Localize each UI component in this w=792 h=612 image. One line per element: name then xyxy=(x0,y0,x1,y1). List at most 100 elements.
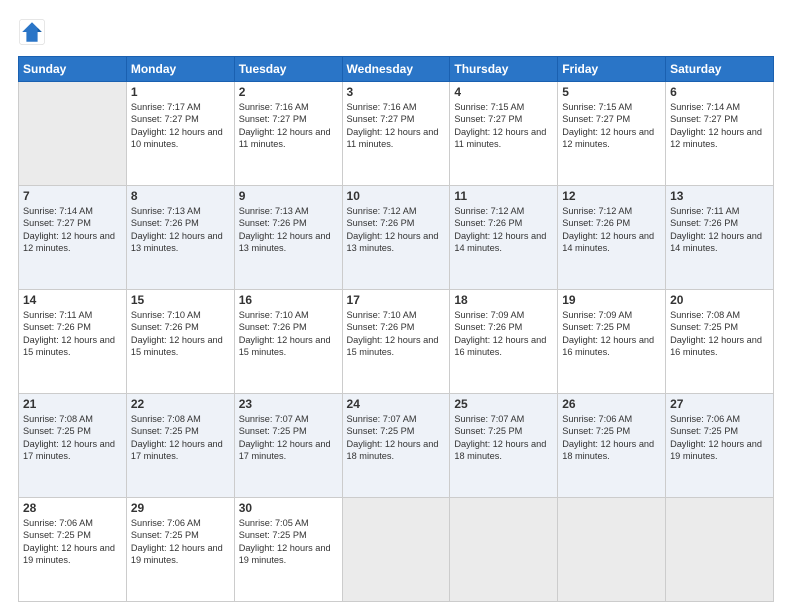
calendar-cell xyxy=(450,498,558,602)
logo xyxy=(18,18,50,46)
weekday-header-row: SundayMondayTuesdayWednesdayThursdayFrid… xyxy=(19,57,774,82)
calendar-cell: 27 Sunrise: 7:06 AMSunset: 7:25 PMDayligh… xyxy=(666,394,774,498)
cell-text: Sunrise: 7:07 AMSunset: 7:25 PMDaylight:… xyxy=(347,413,446,463)
calendar-table: SundayMondayTuesdayWednesdayThursdayFrid… xyxy=(18,56,774,602)
cell-text: Sunrise: 7:16 AMSunset: 7:27 PMDaylight:… xyxy=(347,101,446,151)
day-number: 22 xyxy=(131,397,230,411)
week-row-4: 21 Sunrise: 7:08 AMSunset: 7:25 PMDayligh… xyxy=(19,394,774,498)
cell-text: Sunrise: 7:06 AMSunset: 7:25 PMDaylight:… xyxy=(23,517,122,567)
calendar-cell: 23 Sunrise: 7:07 AMSunset: 7:25 PMDayligh… xyxy=(234,394,342,498)
day-number: 20 xyxy=(670,293,769,307)
calendar-cell: 29 Sunrise: 7:06 AMSunset: 7:25 PMDayligh… xyxy=(126,498,234,602)
cell-text: Sunrise: 7:11 AMSunset: 7:26 PMDaylight:… xyxy=(23,309,122,359)
cell-text: Sunrise: 7:07 AMSunset: 7:25 PMDaylight:… xyxy=(239,413,338,463)
cell-text: Sunrise: 7:12 AMSunset: 7:26 PMDaylight:… xyxy=(562,205,661,255)
day-number: 9 xyxy=(239,189,338,203)
calendar-cell: 25 Sunrise: 7:07 AMSunset: 7:25 PMDayligh… xyxy=(450,394,558,498)
cell-text: Sunrise: 7:15 AMSunset: 7:27 PMDaylight:… xyxy=(562,101,661,151)
day-number: 21 xyxy=(23,397,122,411)
cell-text: Sunrise: 7:06 AMSunset: 7:25 PMDaylight:… xyxy=(670,413,769,463)
cell-text: Sunrise: 7:10 AMSunset: 7:26 PMDaylight:… xyxy=(347,309,446,359)
calendar-cell: 26 Sunrise: 7:06 AMSunset: 7:25 PMDayligh… xyxy=(558,394,666,498)
calendar-cell: 6 Sunrise: 7:14 AMSunset: 7:27 PMDaylight… xyxy=(666,82,774,186)
week-row-2: 7 Sunrise: 7:14 AMSunset: 7:27 PMDaylight… xyxy=(19,186,774,290)
week-row-5: 28 Sunrise: 7:06 AMSunset: 7:25 PMDayligh… xyxy=(19,498,774,602)
day-number: 11 xyxy=(454,189,553,203)
day-number: 16 xyxy=(239,293,338,307)
weekday-tuesday: Tuesday xyxy=(234,57,342,82)
day-number: 7 xyxy=(23,189,122,203)
calendar-cell: 22 Sunrise: 7:08 AMSunset: 7:25 PMDayligh… xyxy=(126,394,234,498)
weekday-monday: Monday xyxy=(126,57,234,82)
week-row-3: 14 Sunrise: 7:11 AMSunset: 7:26 PMDayligh… xyxy=(19,290,774,394)
day-number: 28 xyxy=(23,501,122,515)
weekday-friday: Friday xyxy=(558,57,666,82)
day-number: 25 xyxy=(454,397,553,411)
cell-text: Sunrise: 7:08 AMSunset: 7:25 PMDaylight:… xyxy=(670,309,769,359)
day-number: 4 xyxy=(454,85,553,99)
day-number: 26 xyxy=(562,397,661,411)
cell-text: Sunrise: 7:13 AMSunset: 7:26 PMDaylight:… xyxy=(239,205,338,255)
cell-text: Sunrise: 7:10 AMSunset: 7:26 PMDaylight:… xyxy=(131,309,230,359)
day-number: 17 xyxy=(347,293,446,307)
day-number: 27 xyxy=(670,397,769,411)
page: SundayMondayTuesdayWednesdayThursdayFrid… xyxy=(0,0,792,612)
calendar-cell xyxy=(342,498,450,602)
cell-text: Sunrise: 7:07 AMSunset: 7:25 PMDaylight:… xyxy=(454,413,553,463)
cell-text: Sunrise: 7:09 AMSunset: 7:26 PMDaylight:… xyxy=(454,309,553,359)
calendar-cell: 8 Sunrise: 7:13 AMSunset: 7:26 PMDaylight… xyxy=(126,186,234,290)
cell-text: Sunrise: 7:13 AMSunset: 7:26 PMDaylight:… xyxy=(131,205,230,255)
day-number: 29 xyxy=(131,501,230,515)
cell-text: Sunrise: 7:14 AMSunset: 7:27 PMDaylight:… xyxy=(23,205,122,255)
day-number: 13 xyxy=(670,189,769,203)
cell-text: Sunrise: 7:08 AMSunset: 7:25 PMDaylight:… xyxy=(131,413,230,463)
cell-text: Sunrise: 7:12 AMSunset: 7:26 PMDaylight:… xyxy=(347,205,446,255)
calendar-cell: 30 Sunrise: 7:05 AMSunset: 7:25 PMDayligh… xyxy=(234,498,342,602)
calendar-cell: 21 Sunrise: 7:08 AMSunset: 7:25 PMDayligh… xyxy=(19,394,127,498)
cell-text: Sunrise: 7:09 AMSunset: 7:25 PMDaylight:… xyxy=(562,309,661,359)
day-number: 15 xyxy=(131,293,230,307)
cell-text: Sunrise: 7:11 AMSunset: 7:26 PMDaylight:… xyxy=(670,205,769,255)
calendar-cell: 20 Sunrise: 7:08 AMSunset: 7:25 PMDayligh… xyxy=(666,290,774,394)
day-number: 23 xyxy=(239,397,338,411)
cell-text: Sunrise: 7:05 AMSunset: 7:25 PMDaylight:… xyxy=(239,517,338,567)
day-number: 30 xyxy=(239,501,338,515)
calendar-cell: 5 Sunrise: 7:15 AMSunset: 7:27 PMDaylight… xyxy=(558,82,666,186)
day-number: 14 xyxy=(23,293,122,307)
cell-text: Sunrise: 7:06 AMSunset: 7:25 PMDaylight:… xyxy=(562,413,661,463)
weekday-sunday: Sunday xyxy=(19,57,127,82)
day-number: 8 xyxy=(131,189,230,203)
cell-text: Sunrise: 7:06 AMSunset: 7:25 PMDaylight:… xyxy=(131,517,230,567)
day-number: 10 xyxy=(347,189,446,203)
calendar-cell: 2Sunrise: 7:16 AMSunset: 7:27 PMDaylight… xyxy=(234,82,342,186)
cell-text: Sunrise: 7:10 AMSunset: 7:26 PMDaylight:… xyxy=(239,309,338,359)
calendar-cell: 4 Sunrise: 7:15 AMSunset: 7:27 PMDaylight… xyxy=(450,82,558,186)
cell-text: Sunrise: 7:14 AMSunset: 7:27 PMDaylight:… xyxy=(670,101,769,151)
calendar-cell: 17 Sunrise: 7:10 AMSunset: 7:26 PMDayligh… xyxy=(342,290,450,394)
calendar-cell: 11 Sunrise: 7:12 AMSunset: 7:26 PMDayligh… xyxy=(450,186,558,290)
day-number: 12 xyxy=(562,189,661,203)
logo-icon xyxy=(18,18,46,46)
cell-text: Sunrise: 7:12 AMSunset: 7:26 PMDaylight:… xyxy=(454,205,553,255)
calendar-cell: 1Sunrise: 7:17 AMSunset: 7:27 PMDaylight… xyxy=(126,82,234,186)
calendar-cell: 3Sunrise: 7:16 AMSunset: 7:27 PMDaylight… xyxy=(342,82,450,186)
day-number: 18 xyxy=(454,293,553,307)
cell-text: Sunrise: 7:15 AMSunset: 7:27 PMDaylight:… xyxy=(454,101,553,151)
weekday-thursday: Thursday xyxy=(450,57,558,82)
week-row-1: 1Sunrise: 7:17 AMSunset: 7:27 PMDaylight… xyxy=(19,82,774,186)
weekday-wednesday: Wednesday xyxy=(342,57,450,82)
calendar-cell xyxy=(19,82,127,186)
cell-text: Sunrise: 7:08 AMSunset: 7:25 PMDaylight:… xyxy=(23,413,122,463)
day-number: 5 xyxy=(562,85,661,99)
calendar-cell: 28 Sunrise: 7:06 AMSunset: 7:25 PMDayligh… xyxy=(19,498,127,602)
calendar-cell: 15 Sunrise: 7:10 AMSunset: 7:26 PMDayligh… xyxy=(126,290,234,394)
calendar-cell: 9 Sunrise: 7:13 AMSunset: 7:26 PMDaylight… xyxy=(234,186,342,290)
day-number: 19 xyxy=(562,293,661,307)
day-number: 6 xyxy=(670,85,769,99)
calendar-cell: 13 Sunrise: 7:11 AMSunset: 7:26 PMDayligh… xyxy=(666,186,774,290)
cell-text: Sunrise: 7:16 AMSunset: 7:27 PMDaylight:… xyxy=(239,101,338,151)
day-number: 24 xyxy=(347,397,446,411)
calendar-cell: 16 Sunrise: 7:10 AMSunset: 7:26 PMDayligh… xyxy=(234,290,342,394)
calendar-cell: 19 Sunrise: 7:09 AMSunset: 7:25 PMDayligh… xyxy=(558,290,666,394)
calendar-cell: 7 Sunrise: 7:14 AMSunset: 7:27 PMDaylight… xyxy=(19,186,127,290)
